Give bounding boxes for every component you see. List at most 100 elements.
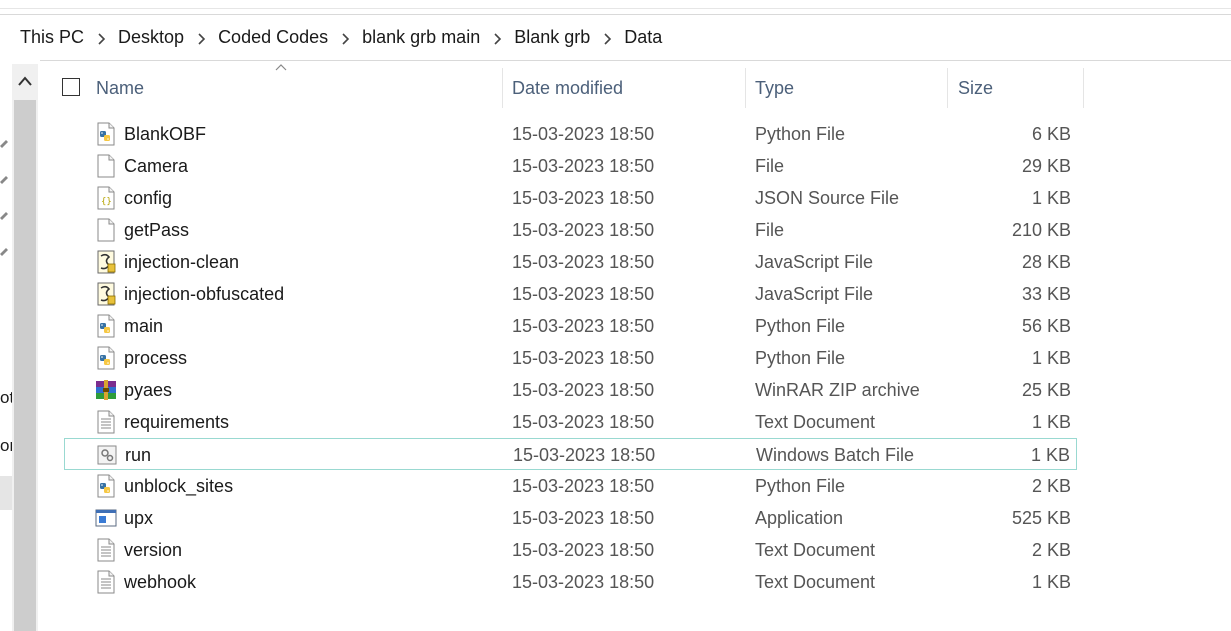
window-top-strip [0,0,1231,9]
breadcrumb-item[interactable]: blank grb main [362,27,480,48]
file-type: Windows Batch File [756,444,915,465]
file-type: Python File [755,347,846,368]
file-name: injection-obfuscated [124,283,285,304]
file-type: Python File [755,475,846,496]
select-all-checkbox[interactable] [62,78,80,96]
column-divider[interactable] [1083,68,1084,108]
file-date-modified: 15-03-2023 18:50 [512,155,655,176]
file-name: upx [124,507,154,528]
file-date-modified: 15-03-2023 18:50 [512,571,655,592]
file-date-modified: 15-03-2023 18:50 [512,219,655,240]
column-header-row: Name Date modified Type Size [50,64,1084,108]
file-name: Camera [124,155,189,176]
file-size: 29 KB [1021,155,1071,176]
pin-icon [0,248,8,256]
file-name: injection-clean [124,251,240,272]
breadcrumb-item[interactable]: Desktop [118,27,184,48]
winrar-archive-icon [95,378,117,402]
file-row[interactable]: injection-obfuscated 15-03-2023 18:50 Java… [64,278,1077,310]
nav-item-label[interactable]: oti [0,388,12,408]
column-divider[interactable] [745,68,746,108]
file-size: 2 KB [1031,539,1071,560]
file-date-modified: 15-03-2023 18:50 [512,539,655,560]
file-row[interactable]: version 15-03-2023 18:50 Text Document 2 KB [64,534,1077,566]
file-row[interactable]: injection-clean 15-03-2023 18:50 JavaScrip… [64,246,1077,278]
breadcrumb-item[interactable]: This PC [20,27,84,48]
file-row[interactable]: unblock_sites 15-03-2023 18:50 Python File… [64,470,1077,502]
file-size: 1 KB [1031,571,1071,592]
file-row[interactable]: {} config 15-03-2023 18:50 JSON Source File… [64,182,1077,214]
file-row[interactable]: run 15-03-2023 18:50 Windows Batch File 1 K… [64,438,1077,470]
column-divider[interactable] [502,68,503,108]
python-file-icon [95,346,117,370]
file-type: Text Document [755,411,876,432]
file-name: pyaes [124,379,173,400]
file-name: process [124,347,188,368]
file-name: getPass [124,219,190,240]
file-row[interactable]: upx 15-03-2023 18:50 Application 525 KB [64,502,1077,534]
file-name: requirements [124,411,230,432]
file-date-modified: 15-03-2023 18:50 [512,411,655,432]
nav-item-label[interactable]: on [0,436,12,456]
pin-icon [0,140,8,148]
column-header-size[interactable]: Size [958,68,1082,108]
address-bar[interactable]: This PC Desktop Coded Codes blank grb main B… [0,14,1231,61]
file-type: Application [755,507,844,528]
file-row[interactable]: BlankOBF 15-03-2023 18:50 Python File 6 KB [64,118,1077,150]
nav-item-selected[interactable] [0,476,12,510]
blank-file-icon [95,218,117,242]
file-size: 6 KB [1031,123,1071,144]
json-file-icon: {} [95,186,117,210]
file-type: File [755,155,785,176]
file-name: BlankOBF [124,123,207,144]
file-size: 1 KB [1030,444,1070,465]
javascript-file-icon [95,282,117,306]
blank-file-icon [95,154,117,178]
column-divider[interactable] [947,68,948,108]
chevron-right-icon[interactable] [184,30,218,46]
navigation-scrollbar-thumb[interactable] [14,100,36,631]
chevron-right-icon[interactable] [590,30,624,46]
svg-text:{}: {} [101,197,112,207]
file-name: unblock_sites [124,475,234,496]
column-header-type[interactable]: Type [755,68,945,108]
python-file-icon [95,474,117,498]
file-type: WinRAR ZIP archive [755,379,920,400]
breadcrumb-item[interactable]: Coded Codes [218,27,328,48]
breadcrumb-item[interactable]: Blank grb [514,27,590,48]
file-date-modified: 15-03-2023 18:50 [512,507,655,528]
file-name: main [124,315,164,336]
file-size: 33 KB [1021,283,1071,304]
file-date-modified: 15-03-2023 18:50 [512,187,655,208]
file-date-modified: 15-03-2023 18:50 [512,379,655,400]
column-header-date[interactable]: Date modified [512,68,744,108]
file-date-modified: 15-03-2023 18:50 [512,283,655,304]
file-row[interactable]: pyaes 15-03-2023 18:50 WinRAR ZIP archive 2… [64,374,1077,406]
file-row[interactable]: getPass 15-03-2023 18:50 File 210 KB [64,214,1077,246]
file-row[interactable]: Camera 15-03-2023 18:50 File 29 KB [64,150,1077,182]
python-file-icon [95,314,117,338]
file-date-modified: 15-03-2023 18:50 [512,347,655,368]
file-row[interactable]: webhook 15-03-2023 18:50 Text Document 1 KB [64,566,1077,598]
file-row[interactable]: process 15-03-2023 18:50 Python File 1 KB [64,342,1077,374]
file-row[interactable]: requirements 15-03-2023 18:50 Text Documen… [64,406,1077,438]
file-type: Python File [755,123,846,144]
python-file-icon [95,122,117,146]
file-row[interactable]: main 15-03-2023 18:50 Python File 56 KB [64,310,1077,342]
chevron-right-icon[interactable] [84,30,118,46]
chevron-right-icon[interactable] [480,30,514,46]
batch-file-icon [96,443,118,467]
file-type: File [755,219,785,240]
file-size: 1 KB [1031,187,1071,208]
breadcrumb-item[interactable]: Data [624,27,662,48]
file-size: 2 KB [1031,475,1071,496]
javascript-file-icon [95,250,117,274]
column-header-name[interactable]: Name [96,68,500,108]
scroll-up-arrow-icon[interactable] [14,70,36,92]
pin-icon [0,212,8,220]
file-type: Text Document [755,539,876,560]
file-size: 1 KB [1031,347,1071,368]
file-size: 56 KB [1021,315,1071,336]
file-size: 210 KB [1011,219,1071,240]
chevron-right-icon[interactable] [328,30,362,46]
